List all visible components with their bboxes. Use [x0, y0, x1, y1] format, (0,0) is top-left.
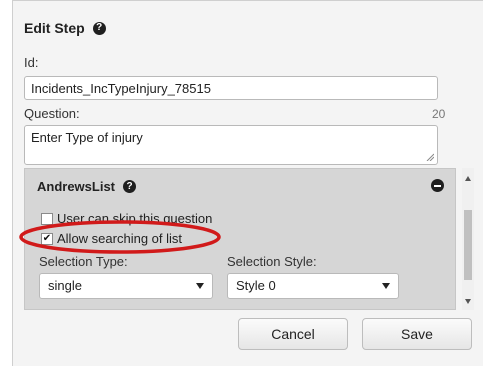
selection-style-label: Selection Style:	[227, 254, 317, 269]
selection-type-select[interactable]: single	[39, 273, 213, 299]
selection-style-value: Style 0	[236, 278, 276, 293]
question-text: Enter Type of injury	[31, 130, 143, 145]
selection-type-label: Selection Type:	[39, 254, 128, 269]
save-button[interactable]: Save	[362, 318, 472, 350]
skip-question-checkbox[interactable]	[41, 212, 53, 225]
id-label: Id:	[24, 55, 39, 70]
help-icon[interactable]: ?	[92, 21, 106, 35]
question-label: Question:	[24, 106, 80, 121]
scroll-down-arrow-icon[interactable]	[465, 299, 471, 304]
dialog-title: Edit Step ?	[24, 20, 106, 36]
allow-search-label: Allow searching of list	[57, 231, 182, 246]
allow-search-option[interactable]: ✔ Allow searching of list	[41, 231, 182, 246]
chevron-down-icon	[382, 283, 390, 289]
id-input[interactable]: Incidents_IncTypeInjury_78515	[24, 76, 438, 100]
resize-handle-icon[interactable]	[426, 153, 434, 161]
dialog-title-text: Edit Step	[24, 20, 85, 36]
panel-help-icon[interactable]: ?	[123, 180, 137, 193]
question-textarea[interactable]: Enter Type of injury	[24, 125, 438, 165]
chevron-down-icon	[196, 283, 204, 289]
question-char-counter: 20	[432, 107, 446, 121]
panel-title: AndrewsList ?	[37, 179, 137, 194]
panel-title-text: AndrewsList	[37, 179, 116, 194]
cancel-button[interactable]: Cancel	[238, 318, 348, 350]
skip-question-option[interactable]: User can skip this question	[41, 211, 212, 226]
allow-search-checkbox[interactable]: ✔	[41, 232, 53, 245]
scrollbar-thumb[interactable]	[464, 210, 472, 280]
collapse-icon[interactable]	[431, 179, 444, 192]
selection-type-value: single	[48, 278, 82, 293]
panel-scrollbar[interactable]	[462, 168, 474, 310]
scroll-up-arrow-icon[interactable]	[465, 176, 471, 181]
selection-style-select[interactable]: Style 0	[227, 273, 399, 299]
list-settings-panel: AndrewsList ? User can skip this questio…	[24, 168, 456, 310]
skip-question-label: User can skip this question	[57, 211, 213, 226]
